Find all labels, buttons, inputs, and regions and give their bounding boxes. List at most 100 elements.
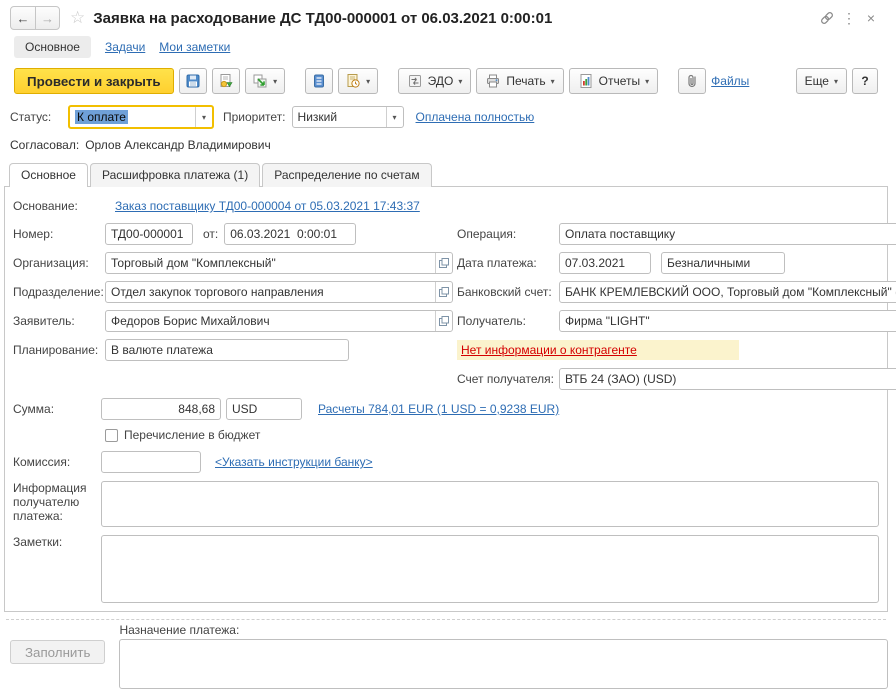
close-icon: × [866, 10, 876, 26]
dropdown-caret-icon: ▾ [645, 76, 650, 86]
reports-button[interactable]: Отчеты ▾ [568, 68, 659, 94]
forward-button[interactable]: → [35, 7, 59, 29]
create-based-on-button[interactable]: ▾ [244, 68, 285, 94]
operation-field[interactable]: Оплата поставщику [559, 222, 896, 245]
recipient-account-label: Счет получателя: [457, 371, 554, 386]
reports-label: Отчеты [598, 74, 641, 88]
window-title: Заявка на расходование ДС ТД00-000001 от… [93, 9, 553, 27]
operation-label: Операция: [457, 226, 517, 241]
payee-info-textarea[interactable] [101, 481, 879, 527]
print-label: Печать [506, 74, 546, 88]
form-tab-payment-details[interactable]: Расшифровка платежа (1) [89, 163, 261, 187]
attachments-button[interactable] [678, 68, 707, 94]
combo-caret-icon[interactable]: ▾ [385, 107, 403, 127]
combo-caret-icon[interactable]: ▾ [195, 107, 212, 127]
payment-purpose-label: Назначение платежа: [119, 623, 240, 637]
bank-account-field[interactable]: БАНК КРЕМЛЕВСКИЙ ООО, Торговый дом "Комп… [559, 280, 896, 303]
counterparty-warning-link[interactable]: Нет информации о контрагенте [461, 343, 637, 357]
payee-info-label: Информация получателю платежа: [13, 481, 87, 523]
commission-label: Комиссия: [13, 455, 71, 469]
favorite-star-icon[interactable]: ☆ [70, 8, 85, 28]
notes-textarea[interactable] [101, 535, 879, 603]
commission-field[interactable] [101, 451, 201, 473]
page-clock-icon [347, 74, 360, 88]
payment-method-field[interactable]: Безналичными [661, 251, 785, 274]
post-document-icon [220, 74, 233, 88]
history-nav: ← → [10, 6, 60, 30]
form-tab-main[interactable]: Основное [9, 163, 88, 188]
recipient-field[interactable]: Фирма "LIGHT" [559, 309, 896, 332]
titlebar: ← → ☆ Заявка на расходование ДС ТД00-000… [4, 5, 888, 31]
amount-row: Сумма: 848,68 USD Расчеты 784,01 EUR (1 … [13, 398, 879, 420]
forward-arrow-icon: → [41, 10, 54, 26]
applicant-field[interactable]: Федоров Борис Михайлович [105, 309, 453, 332]
printer-icon [487, 74, 500, 88]
create-based-on-icon [253, 74, 267, 88]
approved-value: Орлов Александр Владимирович [85, 138, 271, 152]
register-list-icon [313, 74, 324, 88]
organization-field[interactable]: Торговый дом "Комплексный" [105, 251, 453, 274]
budget-transfer-checkbox[interactable] [105, 428, 118, 442]
budget-row: Перечисление в бюджет [105, 426, 879, 444]
payment-date-field[interactable]: 07.03.2021 [559, 251, 651, 274]
amount-field[interactable]: 848,68 [101, 398, 221, 420]
more-button[interactable]: Еще ▾ [795, 68, 847, 94]
budget-checkbox-label: Перечисление в бюджет [124, 428, 261, 442]
kebab-menu-button[interactable]: ⋮ [838, 7, 860, 29]
form-tabs: Основное Расшифровка платежа (1) Распред… [4, 163, 888, 188]
number-label: Номер: [13, 226, 54, 241]
department-label: Подразделение: [13, 284, 104, 299]
department-field[interactable]: Отдел закупок торгового направления [105, 280, 453, 303]
bank-instructions-link[interactable]: <Указать инструкции банку> [215, 455, 373, 469]
tab-main[interactable]: Основное [14, 36, 91, 58]
back-button[interactable]: ← [11, 7, 35, 29]
dropdown-caret-icon: ▾ [833, 76, 838, 86]
currency-field[interactable]: USD [226, 398, 302, 420]
files-link[interactable]: Файлы [711, 74, 749, 88]
planning-label: Планирование: [13, 342, 99, 357]
section-divider [6, 619, 886, 620]
open-icon[interactable] [435, 252, 452, 273]
save-button[interactable] [178, 68, 207, 94]
help-button[interactable]: ? [852, 68, 878, 94]
number-field[interactable]: ТД00-000001 [105, 222, 193, 245]
basis-label: Основание: [13, 199, 78, 213]
status-row: Статус: К оплате ▾ Приоритет: Низкий ▾ О… [4, 105, 888, 129]
date-label: от: [203, 226, 219, 241]
notes-row: Заметки: [13, 535, 879, 603]
get-link-button[interactable] [816, 7, 838, 29]
date-field[interactable]: 06.03.2021 0:00:01 [224, 222, 357, 245]
fill-button[interactable]: Заполнить [10, 640, 106, 664]
tab-tasks[interactable]: Задачи [105, 40, 145, 54]
settlements-link[interactable]: Расчеты 784,01 EUR (1 USD = 0,9238 EUR) [318, 402, 559, 416]
edo-button[interactable]: ЭДО ▾ [397, 68, 472, 94]
save-floppy-icon [186, 74, 200, 88]
post-document-button[interactable] [211, 68, 240, 94]
priority-combobox[interactable]: Низкий ▾ [291, 106, 404, 128]
commission-row: Комиссия: <Указать инструкции банку> [13, 451, 879, 473]
planning-field[interactable]: В валюте платежа [105, 338, 349, 361]
close-button[interactable]: × [860, 7, 882, 29]
recipient-account-field[interactable]: ВТБ 24 (ЗАО) (USD) [559, 367, 896, 390]
approved-label: Согласовал: [10, 138, 80, 152]
post-and-close-button[interactable]: Провести и закрыть [14, 68, 174, 94]
tab-my-notes[interactable]: Мои заметки [159, 40, 230, 54]
status-value: К оплате [75, 110, 128, 124]
basis-row: Основание: Заказ поставщику ТД00-000004 … [13, 195, 879, 217]
reminder-button[interactable]: ▾ [337, 68, 378, 94]
payment-purpose-textarea[interactable] [119, 639, 888, 689]
document-movements-button[interactable] [304, 68, 333, 94]
notes-label: Заметки: [13, 535, 63, 549]
status-combobox[interactable]: К оплате ▾ [68, 105, 214, 129]
priority-label: Приоритет: [223, 110, 286, 124]
print-button[interactable]: Печать ▾ [476, 68, 564, 94]
paperclip-icon [688, 74, 696, 88]
status-label: Статус: [10, 110, 52, 124]
open-icon[interactable] [435, 310, 452, 331]
counterparty-warning: Нет информации о контрагенте [457, 339, 739, 360]
organization-label: Организация: [13, 255, 89, 270]
paid-fully-link[interactable]: Оплачена полностью [416, 110, 535, 124]
open-icon[interactable] [435, 281, 452, 302]
basis-link[interactable]: Заказ поставщику ТД00-000004 от 05.03.20… [115, 199, 420, 213]
form-tab-account-distribution[interactable]: Распределение по счетам [262, 163, 432, 187]
